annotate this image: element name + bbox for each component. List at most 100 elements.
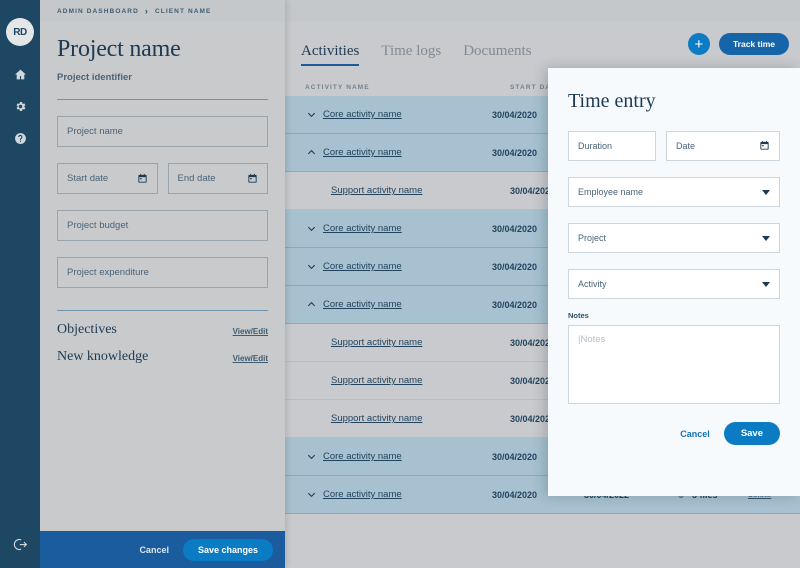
- cell-activity-name: Core activity name: [305, 223, 492, 234]
- start-date-input[interactable]: Start date: [57, 163, 158, 195]
- cell-activity-name: Support activity name: [331, 337, 510, 348]
- col-activity-name: ACTIVITY NAME: [305, 83, 370, 91]
- date-input[interactable]: Date: [666, 131, 780, 161]
- activity-name-link[interactable]: Core activity name: [323, 147, 402, 158]
- breadcrumb-parent[interactable]: ADMIN DASHBOARD: [57, 8, 139, 15]
- new-knowledge-heading: New knowledge: [57, 349, 149, 365]
- chevron-up-icon[interactable]: [305, 299, 318, 310]
- cancel-button[interactable]: Cancel: [139, 545, 169, 555]
- modal-cancel-button[interactable]: Cancel: [680, 429, 710, 439]
- modal-title: Time entry: [568, 90, 656, 112]
- chevron-up-icon[interactable]: [305, 147, 318, 158]
- calendar-icon[interactable]: [247, 173, 258, 184]
- main-topbar: [285, 0, 800, 22]
- home-icon[interactable]: [10, 64, 30, 84]
- project-budget-input[interactable]: Project budget: [57, 210, 268, 242]
- left-nav-rail: RD: [0, 0, 40, 568]
- tab-activities[interactable]: Activities: [301, 43, 360, 66]
- activity-name-link[interactable]: Core activity name: [323, 109, 402, 120]
- calendar-icon[interactable]: [759, 140, 770, 153]
- activity-name-link[interactable]: Core activity name: [323, 223, 402, 234]
- activity-name-link[interactable]: Support activity name: [331, 337, 422, 348]
- calendar-icon[interactable]: [137, 173, 148, 184]
- modal-actions: Cancel Save: [568, 422, 780, 445]
- chevron-down-icon: [762, 281, 770, 287]
- app-root: RD ADMIN DASHBOARD › CLIENT NAME Project…: [0, 0, 800, 568]
- objectives-view-edit-link[interactable]: View/Edit: [233, 327, 268, 338]
- panel-footer: Cancel Save changes: [40, 531, 285, 568]
- main-actions: + Track time: [687, 33, 789, 55]
- gear-icon[interactable]: [10, 96, 30, 116]
- date-field-row: Start date End date: [57, 163, 268, 195]
- chevron-down-icon: [762, 189, 770, 195]
- project-name-input[interactable]: Project name: [57, 116, 268, 148]
- activity-select[interactable]: Activity: [568, 269, 780, 299]
- logout-icon[interactable]: [10, 534, 30, 554]
- activity-name-link[interactable]: Support activity name: [331, 375, 422, 386]
- project-select[interactable]: Project: [568, 223, 780, 253]
- breadcrumb: ADMIN DASHBOARD › CLIENT NAME: [40, 0, 285, 22]
- page-title: Project name: [57, 36, 181, 62]
- chevron-down-icon[interactable]: [305, 451, 318, 462]
- employee-name-select[interactable]: Employee name: [568, 177, 780, 207]
- activity-name-link[interactable]: Core activity name: [323, 299, 402, 310]
- cell-activity-name: Support activity name: [331, 413, 510, 424]
- project-detail-panel: ADMIN DASHBOARD › CLIENT NAME Project na…: [40, 0, 285, 568]
- tab-documents[interactable]: Documents: [463, 43, 531, 66]
- end-date-input[interactable]: End date: [167, 163, 268, 195]
- cell-activity-name: Support activity name: [331, 375, 510, 386]
- end-date-placeholder: End date: [177, 173, 216, 185]
- activity-name-link[interactable]: Core activity name: [323, 261, 402, 272]
- chevron-down-icon: [762, 235, 770, 241]
- activity-name-link[interactable]: Core activity name: [323, 489, 402, 500]
- project-name-placeholder: Project name: [67, 126, 123, 138]
- chevron-down-icon[interactable]: [305, 109, 318, 120]
- duration-date-row: Duration Date: [568, 131, 780, 161]
- activity-name-link[interactable]: Support activity name: [331, 185, 422, 196]
- divider-top: [57, 99, 268, 101]
- cell-activity-name: Core activity name: [305, 261, 492, 272]
- add-button[interactable]: +: [687, 33, 710, 55]
- activity-placeholder: Activity: [578, 279, 607, 289]
- cell-activity-name: Core activity name: [305, 109, 492, 120]
- duration-placeholder: Duration: [578, 141, 613, 151]
- section-objectives: Objectives View/Edit: [57, 322, 268, 338]
- chevron-right-icon: ›: [144, 6, 149, 16]
- cell-activity-name: Support activity name: [331, 185, 510, 196]
- project-expenditure-input[interactable]: Project expenditure: [57, 257, 268, 289]
- start-date-placeholder: Start date: [67, 173, 109, 185]
- project-placeholder: Project: [578, 233, 607, 243]
- track-time-button[interactable]: Track time: [718, 33, 789, 55]
- activity-name-link[interactable]: Core activity name: [323, 451, 402, 462]
- help-icon[interactable]: [10, 128, 30, 148]
- project-identifier-label: Project identifier: [57, 72, 132, 84]
- modal-save-button[interactable]: Save: [723, 422, 780, 445]
- duration-input[interactable]: Duration: [568, 131, 656, 161]
- cell-activity-name: Core activity name: [305, 489, 492, 500]
- breadcrumb-current: CLIENT NAME: [154, 7, 212, 15]
- notes-textarea[interactable]: |Notes: [568, 325, 780, 404]
- time-entry-modal: Time entry Duration Date Employee name P…: [548, 68, 800, 496]
- tab-time-logs[interactable]: Time logs: [381, 43, 441, 66]
- cell-activity-name: Core activity name: [305, 299, 492, 310]
- objectives-heading: Objectives: [57, 322, 117, 338]
- save-changes-button[interactable]: Save changes: [182, 538, 273, 561]
- chevron-down-icon[interactable]: [305, 261, 318, 272]
- divider-bottom: [57, 310, 268, 312]
- section-new-knowledge: New knowledge View/Edit: [57, 349, 268, 365]
- date-placeholder: Date: [676, 141, 696, 151]
- chevron-down-icon[interactable]: [305, 489, 318, 500]
- activity-name-link[interactable]: Support activity name: [331, 413, 422, 424]
- cell-activity-name: Core activity name: [305, 147, 492, 158]
- panel-body: Project name Project identifier Project …: [40, 22, 285, 365]
- project-expenditure-placeholder: Project expenditure: [67, 267, 149, 279]
- notes-label: Notes: [568, 311, 589, 320]
- notes-placeholder: |Notes: [578, 334, 606, 345]
- app-logo[interactable]: RD: [6, 18, 34, 46]
- rail-bottom-group: [0, 534, 40, 554]
- employee-name-placeholder: Employee name: [578, 187, 644, 197]
- chevron-down-icon[interactable]: [305, 223, 318, 234]
- project-budget-placeholder: Project budget: [67, 220, 129, 232]
- new-knowledge-view-edit-link[interactable]: View/Edit: [233, 354, 268, 365]
- rail-icon-group: [0, 64, 40, 148]
